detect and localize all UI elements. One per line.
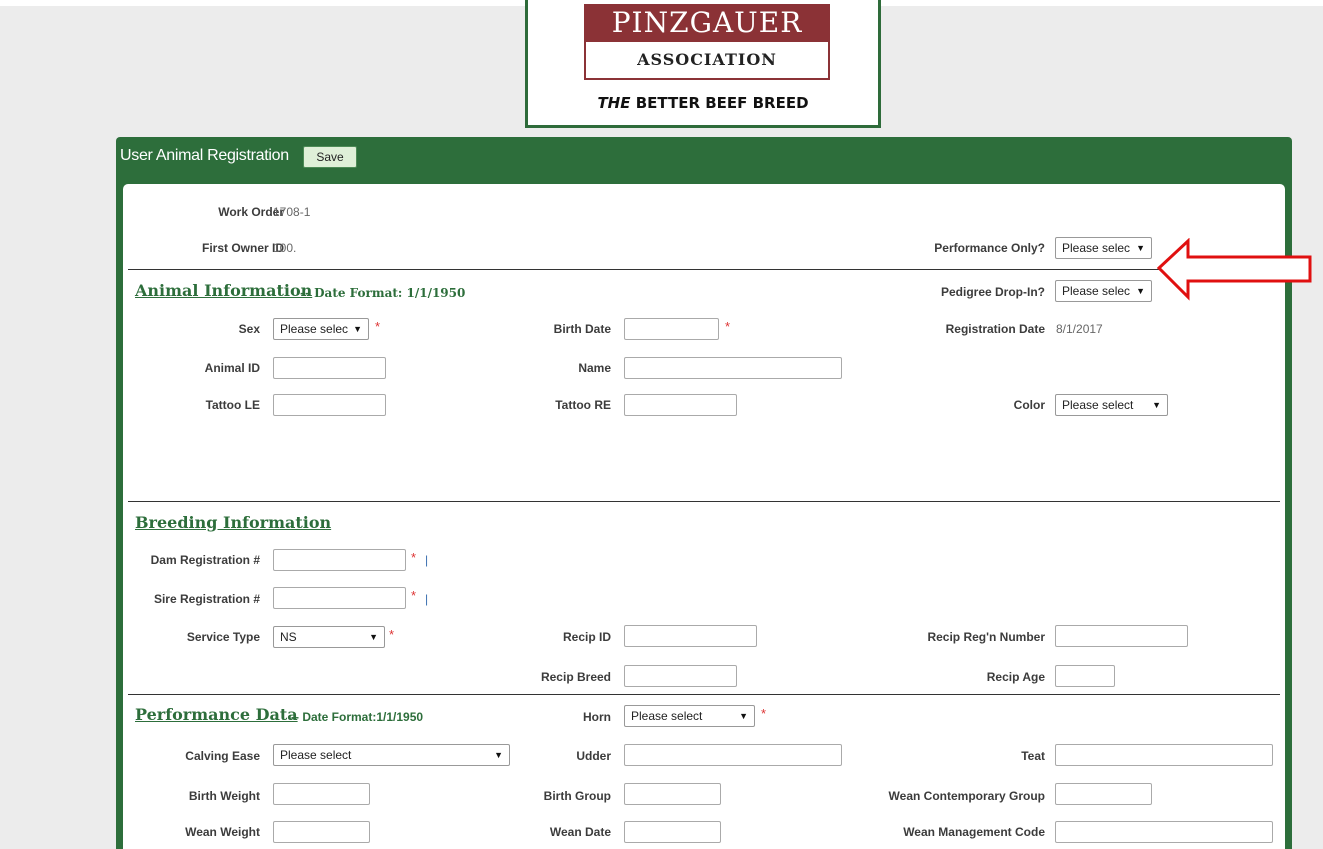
service-type-label: Service Type (186, 630, 260, 644)
chevron-down-icon: ▼ (1136, 286, 1145, 296)
performance-data-title: Performance Data (135, 705, 298, 724)
udder-field[interactable] (624, 744, 842, 766)
birth-date-label: Birth Date (553, 322, 611, 336)
color-label: Color (1013, 398, 1045, 412)
form-body: Work Order 1708-1 First Owner ID 100. Pe… (123, 184, 1285, 849)
sire-registration-label: Sire Registration # (153, 592, 260, 606)
recip-id-field[interactable] (624, 625, 757, 647)
sire-registration-field[interactable] (273, 587, 406, 609)
performance-only-select[interactable]: Please selec ▼ (1055, 237, 1152, 259)
udder-label: Udder (576, 749, 611, 763)
first-owner-label: First Owner ID (201, 241, 284, 255)
required-marker: * (725, 319, 731, 334)
registration-date-value: 8/1/2017 (1056, 322, 1103, 336)
wean-weight-field[interactable] (273, 821, 370, 843)
recip-id-label: Recip ID (562, 630, 611, 644)
recip-age-label: Recip Age (986, 670, 1045, 684)
recip-age-field[interactable] (1055, 665, 1115, 687)
pedigree-dropin-value: Please selec (1062, 284, 1131, 298)
recip-reg-label: Recip Reg'n Number (927, 630, 1045, 644)
wean-cg-label: Wean Contemporary Group (888, 789, 1045, 803)
calving-ease-label: Calving Ease (185, 749, 260, 763)
birth-group-label: Birth Group (543, 789, 611, 803)
teat-field[interactable] (1055, 744, 1273, 766)
annotation-arrow-icon (1156, 238, 1312, 301)
chevron-down-icon: ▼ (369, 632, 378, 642)
save-button[interactable]: Save (303, 146, 357, 168)
logo-tagline-rest: BETTER BEEF BREED (630, 94, 809, 112)
logo-subtitle: ASSOCIATION (584, 42, 830, 80)
wean-mgmt-field[interactable] (1055, 821, 1273, 843)
color-value: Please select (1062, 398, 1134, 412)
wean-weight-label: Wean Weight (185, 825, 260, 839)
animal-info-title: Animal Information (135, 281, 313, 300)
service-type-select[interactable]: NS ▼ (273, 626, 385, 648)
association-logo: PINZGAUER ASSOCIATION THE BETTER BEEF BR… (525, 0, 881, 128)
required-marker: * (389, 627, 395, 642)
required-marker: * (375, 319, 381, 334)
chevron-down-icon: ▼ (494, 750, 503, 760)
name-label: Name (578, 361, 611, 375)
work-order-value: 1708-1 (273, 205, 311, 219)
tattoo-le-label: Tattoo LE (205, 398, 260, 412)
divider (128, 501, 1280, 502)
teat-label: Teat (1021, 749, 1045, 763)
pipe-separator: | (425, 553, 429, 567)
wean-cg-field[interactable] (1055, 783, 1152, 805)
birth-weight-field[interactable] (273, 783, 370, 805)
sex-label: Sex (238, 322, 260, 336)
birth-group-field[interactable] (624, 783, 721, 805)
registration-date-label: Registration Date (945, 322, 1045, 336)
tattoo-re-field[interactable] (624, 394, 737, 416)
divider (128, 269, 1280, 270)
recip-breed-label: Recip Breed (540, 670, 611, 684)
color-select[interactable]: Please select ▼ (1055, 394, 1168, 416)
service-type-value: NS (280, 630, 297, 644)
breeding-info-title: Breeding Information (135, 513, 332, 532)
divider (128, 694, 1280, 695)
chevron-down-icon: ▼ (1152, 400, 1161, 410)
chevron-down-icon: ▼ (353, 324, 362, 334)
wean-mgmt-label: Wean Management Code (903, 825, 1045, 839)
registration-panel: User Animal Registration Save Work Order… (116, 137, 1292, 849)
performance-only-label: Performance Only? (934, 241, 1045, 255)
horn-value: Please select (631, 709, 703, 723)
animal-id-field[interactable] (273, 357, 386, 379)
animal-info-note: -- Date Format: 1/1/1950 (300, 286, 466, 300)
chevron-down-icon: ▼ (1136, 243, 1145, 253)
animal-id-label: Animal ID (204, 361, 260, 375)
tattoo-le-field[interactable] (273, 394, 386, 416)
birth-weight-label: Birth Weight (188, 789, 260, 803)
pedigree-dropin-select[interactable]: Please selec ▼ (1055, 280, 1152, 302)
performance-only-value: Please selec (1062, 241, 1131, 255)
recip-breed-field[interactable] (624, 665, 737, 687)
horn-label: Horn (583, 710, 611, 724)
dam-registration-label: Dam Registration # (150, 553, 260, 567)
logo-tagline-em: THE (597, 94, 631, 112)
required-marker: * (411, 550, 417, 565)
chevron-down-icon: ▼ (739, 711, 748, 721)
birth-date-field[interactable] (624, 318, 719, 340)
wean-date-label: Wean Date (549, 825, 611, 839)
first-owner-value: 100. (273, 241, 297, 255)
calving-ease-select[interactable]: Please select ▼ (273, 744, 510, 766)
required-marker: * (761, 706, 767, 721)
pipe-separator: | (425, 592, 429, 606)
required-marker: * (411, 588, 417, 603)
panel-title: User Animal Registration (120, 147, 289, 164)
name-field[interactable] (624, 357, 842, 379)
recip-reg-field[interactable] (1055, 625, 1188, 647)
calving-ease-value: Please select (280, 748, 352, 762)
logo-title: PINZGAUER (584, 4, 830, 42)
performance-data-note: -- Date Format:1/1/1950 (291, 710, 424, 724)
sex-select[interactable]: Please selec ▼ (273, 318, 369, 340)
dam-registration-field[interactable] (273, 549, 406, 571)
sex-value: Please selec (280, 322, 349, 336)
horn-select[interactable]: Please select ▼ (624, 705, 755, 727)
pedigree-dropin-label: Pedigree Drop-In? (940, 285, 1045, 299)
wean-date-field[interactable] (624, 821, 721, 843)
tattoo-re-label: Tattoo RE (555, 398, 611, 412)
logo-tagline: THE BETTER BEEF BREED (528, 94, 878, 112)
